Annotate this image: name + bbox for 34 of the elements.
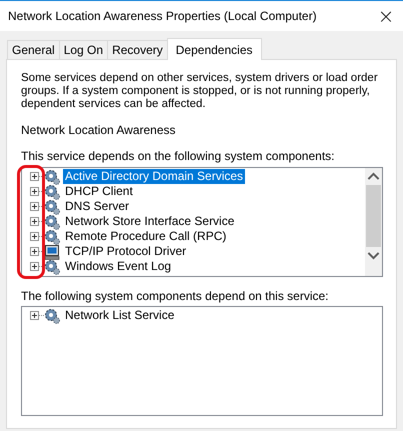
tree-item[interactable]: Active Directory Domain Services [63, 169, 246, 184]
expand-icon[interactable] [30, 202, 39, 211]
window-title: Network Location Awareness Properties (Local Computer) [8, 9, 317, 23]
expand-icon[interactable] [30, 172, 39, 181]
gears-icon [44, 184, 60, 200]
computer-icon [44, 244, 60, 260]
tree-item[interactable]: Windows Event Log [63, 259, 174, 274]
gears-icon [44, 228, 60, 244]
tab[interactable]: General [7, 40, 60, 59]
expand-icon[interactable] [30, 232, 39, 241]
tree-item[interactable]: TCP/IP Protocol Driver [63, 244, 188, 259]
tree-item[interactable]: Remote Procedure Call (RPC) [63, 229, 228, 244]
expand-icon[interactable] [30, 217, 39, 226]
service-name: Network Location Awareness [21, 123, 177, 137]
tab[interactable]: Log On [58, 40, 108, 59]
gears-icon [44, 258, 60, 274]
tree-item[interactable]: DHCP Client [63, 184, 135, 199]
expand-icon[interactable] [30, 247, 39, 256]
scroll-thumb[interactable] [366, 185, 381, 247]
gears-icon [44, 198, 60, 214]
tree-item[interactable]: DNS Server [63, 199, 132, 214]
list-label: The following system components depend on this service: [21, 289, 330, 303]
tab[interactable]: Recovery [107, 40, 168, 59]
scrollbar[interactable] [365, 168, 382, 276]
close-button[interactable]: × [371, 1, 401, 31]
expand-icon[interactable] [30, 187, 39, 196]
expand-icon[interactable] [30, 262, 39, 271]
description-text: Some services depend on other services, system drivers or load order groups. If a system component is stopped, or is not running properly, dependent services can be affected. [21, 72, 379, 111]
gears-icon [44, 214, 60, 230]
tab[interactable]: Dependencies [166, 38, 262, 60]
expand-icon[interactable] [30, 311, 39, 320]
list-label: This service depends on the following system components: [21, 149, 336, 163]
tree-item[interactable]: Network List Service [63, 308, 176, 323]
tree-item[interactable]: Network Store Interface Service [63, 214, 236, 229]
